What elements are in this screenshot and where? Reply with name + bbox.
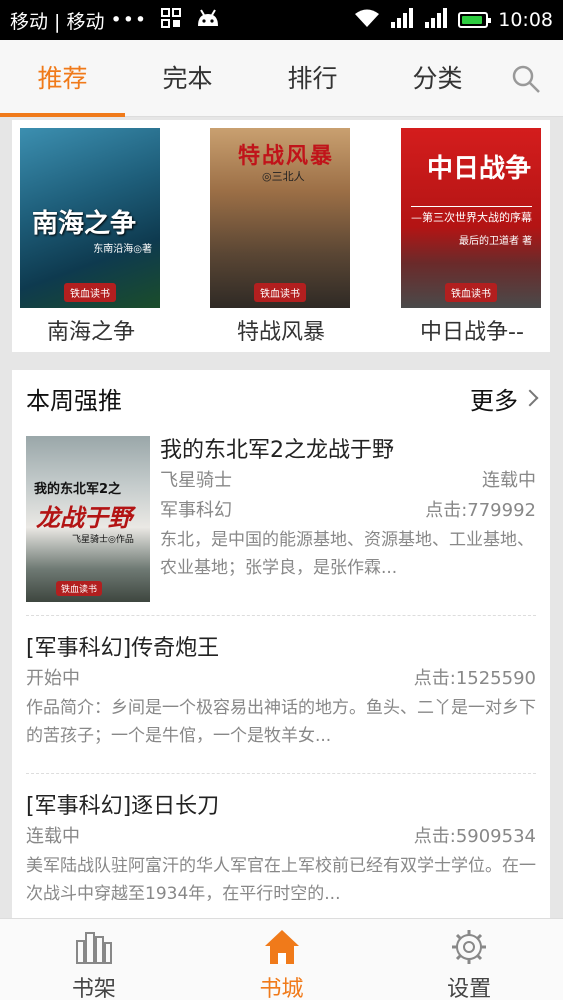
featured-book-1[interactable]: 南海之争 东南沿海◎著 铁血读书 南海之争: [20, 128, 162, 346]
book-meta-row: 连载中 点击:5909534: [26, 822, 536, 852]
book-status: 开始中: [26, 668, 80, 689]
cover-title: 南海之争: [32, 209, 137, 239]
cover-author: 最后的卫道者 著: [459, 236, 533, 247]
gear-icon: [449, 927, 489, 967]
cover-title: 特战风暴: [238, 144, 335, 169]
book-cover: 中日战争 —第三次世界大战的序幕 最后的卫道者 著 铁血读书: [401, 128, 541, 308]
nav-label: 书架: [71, 977, 116, 1000]
book-cover: 南海之争 东南沿海◎著 铁血读书: [20, 128, 160, 308]
signal-icon: [390, 7, 414, 33]
section-header: 本周强推 更多: [12, 370, 550, 426]
book-name: 南海之争: [46, 320, 135, 345]
cover-title: 龙战于野: [36, 504, 132, 532]
status-bar: 移动 | 移动 ••• 10:08: [0, 0, 563, 40]
book-status: 连载中: [26, 826, 80, 847]
list-item[interactable]: [军事科幻]逐日长刀 连载中 点击:5909534 美军陆战队驻阿富汗的华人军官…: [26, 774, 536, 918]
top-tabs: 推荐 完本 排行 分类: [0, 40, 563, 117]
book-cover: 特战风暴 ◎三北人 铁血读书: [210, 128, 350, 308]
publisher-logo: 铁血读书: [254, 283, 306, 302]
featured-book-3[interactable]: 中日战争 —第三次世界大战的序幕 最后的卫道者 著 铁血读书 中日战争--: [401, 128, 543, 346]
publisher-logo: 铁血读书: [64, 283, 116, 302]
more-label: 更多: [470, 386, 518, 415]
book-category: 军事科幻: [160, 500, 232, 521]
chevron-right-icon: [521, 389, 539, 407]
list-item[interactable]: [军事科幻]传奇炮王 开始中 点击:1525590 作品简介：乡间是一个极容易出…: [26, 616, 536, 774]
book-description: 美军陆战队驻阿富汗的华人军官在上军校前已经有双学士学位。在一次战斗中穿越至193…: [26, 856, 536, 904]
featured-books: 南海之争 东南沿海◎著 铁血读书 南海之争 特战风暴 ◎三北人 铁血读书 特战风…: [12, 120, 550, 352]
nav-label: 书城: [259, 977, 304, 1000]
list-item[interactable]: 我的东北军2之 龙战于野 飞星骑士◎作品 铁血读书 我的东北军2之龙战于野 飞星…: [26, 426, 536, 616]
tab-recommend[interactable]: 推荐: [0, 40, 125, 117]
battery-icon: [458, 12, 492, 28]
section-title: 本周强推: [26, 386, 122, 415]
book-name: 特战风暴: [236, 320, 325, 345]
cover-author: ◎三北人: [262, 170, 305, 183]
book-info: 我的东北军2之龙战于野 飞星骑士 连载中 军事科幻 点击:779992 东北，是…: [160, 436, 536, 582]
book-author: 飞星骑士: [160, 470, 232, 491]
android-icon: [195, 8, 221, 33]
book-status: 连载中: [482, 470, 536, 491]
featured-book-2[interactable]: 特战风暴 ◎三北人 铁血读书 特战风暴: [210, 128, 352, 346]
search-icon[interactable]: [511, 64, 541, 94]
book-clicks: 点击:1525590: [413, 668, 536, 689]
book-meta-row: 军事科幻 点击:779992: [160, 496, 536, 526]
bottom-nav: 书架 书城 设置: [0, 918, 563, 1000]
tab-category[interactable]: 分类: [375, 40, 500, 117]
weekly-recommend-section: 本周强推 更多 我的东北军2之 龙战于野 飞星骑士◎作品 铁血读书 我的东北军2…: [12, 370, 550, 918]
notification-dots: •••: [110, 9, 148, 31]
publisher-logo: 铁血读书: [56, 581, 103, 596]
nav-bookshelf[interactable]: 书架: [0, 919, 188, 1000]
book-meta-row: 飞星骑士 连载中: [160, 466, 536, 496]
nav-settings[interactable]: 设置: [375, 919, 563, 1000]
nav-bookstore[interactable]: 书城: [188, 919, 376, 1000]
signal-icon-2: [424, 7, 448, 33]
tab-completed[interactable]: 完本: [125, 40, 250, 117]
book-title: [军事科幻]逐日长刀: [26, 794, 220, 819]
bookshelf-icon: [74, 927, 114, 967]
nav-label: 设置: [447, 977, 492, 1000]
qr-icon: [161, 7, 182, 33]
book-cover: 我的东北军2之 龙战于野 飞星骑士◎作品 铁血读书: [26, 436, 150, 602]
book-name: 中日战争--: [420, 320, 524, 345]
home-icon: [262, 927, 302, 967]
book-clicks: 点击:779992: [425, 500, 536, 521]
book-clicks: 点击:5909534: [413, 826, 536, 847]
clock: 10:08: [498, 9, 553, 31]
carrier-label: 移动 | 移动: [10, 10, 105, 33]
more-link[interactable]: 更多: [470, 381, 539, 416]
book-description: 作品简介：乡间是一个极容易出神话的地方。鱼头、二丫是一对乡下的苦孩子；一个是牛倌…: [26, 698, 536, 746]
cover-author: 飞星骑士◎作品: [72, 535, 134, 545]
book-title: [军事科幻]传奇炮王: [26, 636, 220, 661]
cover-subtitle: —第三次世界大战的序幕: [411, 206, 532, 225]
book-title: 我的东北军2之龙战于野: [160, 438, 394, 463]
tab-ranking[interactable]: 排行: [250, 40, 375, 117]
cover-author: 东南沿海◎著: [93, 244, 152, 255]
wifi-icon: [354, 8, 380, 33]
book-meta-row: 开始中 点击:1525590: [26, 664, 536, 694]
publisher-logo: 铁血读书: [445, 283, 497, 302]
book-description: 东北，是中国的能源基地、资源基地、工业基地、农业基地；张学良，是张作霖...: [160, 530, 534, 578]
cover-title: 中日战争: [427, 154, 532, 184]
cover-line: 我的东北军2之: [34, 482, 122, 497]
